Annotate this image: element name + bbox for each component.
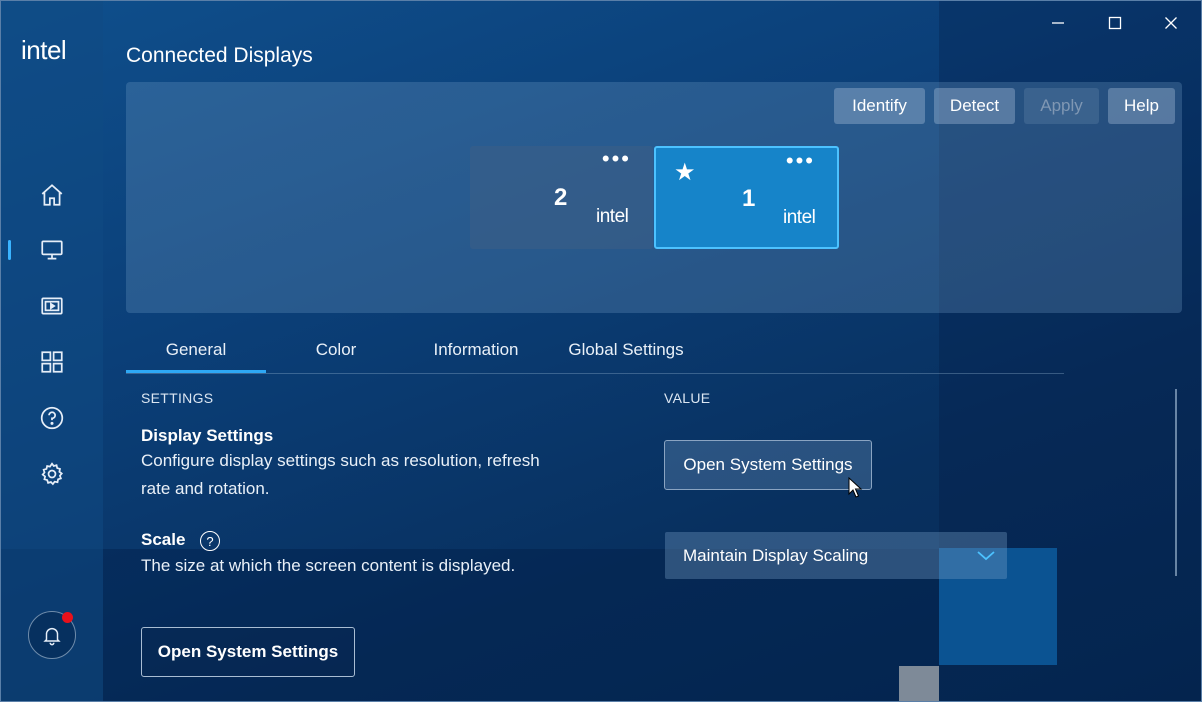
display-menu-icon[interactable]: ••• [602, 152, 631, 166]
question-icon[interactable] [37, 403, 67, 433]
identify-button[interactable]: Identify [834, 88, 925, 124]
active-indicator [8, 240, 11, 260]
tab-color[interactable]: Color [266, 326, 406, 373]
display-menu-icon[interactable]: ••• [786, 154, 815, 168]
display-brand: intel [783, 207, 815, 229]
bell-icon [41, 624, 63, 646]
tab-divider [126, 373, 1064, 374]
notification-badge [62, 612, 73, 623]
chevron-down-icon [975, 544, 997, 566]
display-settings-desc: Configure display settings such as resol… [141, 447, 540, 475]
display-number: 1 [742, 185, 755, 213]
gear-icon[interactable] [37, 459, 67, 489]
tab-information[interactable]: Information [406, 326, 546, 373]
display-settings-desc: rate and rotation. [141, 475, 270, 503]
maximize-icon [1108, 16, 1122, 30]
scale-title: Scale [141, 530, 185, 550]
display-number: 2 [554, 184, 567, 212]
display-card-1[interactable]: ★ ••• 1 intel [654, 146, 839, 249]
sidebar: intel [1, 1, 103, 702]
home-icon[interactable] [37, 180, 67, 210]
open-system-settings-footer-button[interactable]: Open System Settings [141, 627, 355, 677]
scale-desc: The size at which the screen content is … [141, 552, 515, 580]
primary-star-icon: ★ [674, 158, 696, 187]
minimize-icon [1051, 16, 1065, 30]
page-title: Connected Displays [126, 44, 313, 68]
help-button[interactable]: Help [1108, 88, 1175, 124]
background-square [899, 666, 939, 702]
tab-global-settings[interactable]: Global Settings [546, 326, 706, 373]
scrollbar[interactable] [1175, 389, 1177, 576]
apply-button[interactable]: Apply [1024, 88, 1099, 124]
intel-logo: intel [21, 35, 66, 66]
app-window: intel Connected Disp [0, 0, 1202, 702]
display-settings-title: Display Settings [141, 426, 273, 446]
value-column-header: VALUE [664, 390, 710, 406]
notifications-button[interactable] [28, 611, 76, 659]
detect-button[interactable]: Detect [934, 88, 1015, 124]
scale-dropdown[interactable]: Maintain Display Scaling [665, 532, 1007, 579]
open-system-settings-button[interactable]: Open System Settings [664, 440, 872, 490]
grid-icon[interactable] [37, 347, 67, 377]
minimize-button[interactable] [1043, 11, 1073, 35]
close-button[interactable] [1156, 11, 1186, 35]
scale-help-icon[interactable]: ? [200, 531, 220, 551]
tab-general[interactable]: General [126, 326, 266, 373]
close-icon [1164, 16, 1178, 30]
maximize-button[interactable] [1100, 11, 1130, 35]
display-card-2[interactable]: ••• 2 intel [470, 146, 653, 249]
display-brand: intel [596, 206, 628, 228]
displays-panel: Identify Detect Apply Help ••• 2 intel ★… [126, 82, 1182, 313]
mouse-cursor-icon [848, 477, 864, 499]
scale-dropdown-value: Maintain Display Scaling [683, 546, 868, 566]
monitor-icon[interactable] [37, 235, 67, 265]
video-icon[interactable] [37, 291, 67, 321]
settings-column-header: SETTINGS [141, 390, 213, 406]
